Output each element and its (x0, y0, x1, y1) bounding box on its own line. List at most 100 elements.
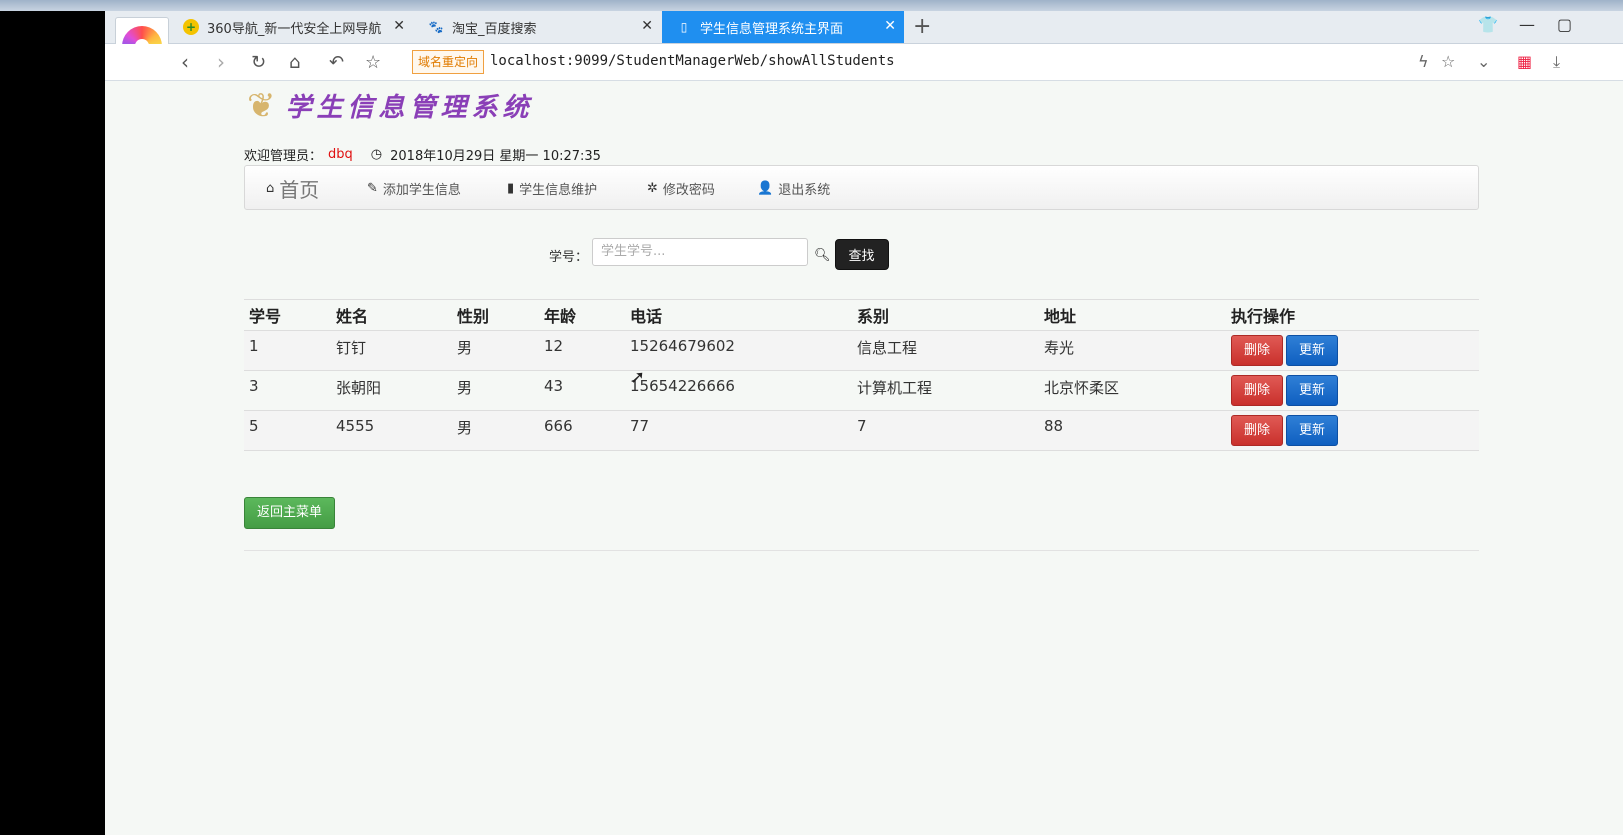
cell-department: 信息工程 (852, 330, 1039, 371)
book-icon: ▮ (507, 181, 515, 196)
col-header: 地址 (1039, 299, 1226, 331)
site-title: 学生信息管理系统 (285, 93, 534, 123)
cell-address: 北京怀柔区 (1039, 370, 1226, 411)
page-icon: ▯ (680, 20, 688, 34)
window-title-strip (0, 0, 1623, 11)
redirect-badge[interactable]: 域名重定向 (412, 50, 485, 74)
cell-address: 88 (1039, 410, 1226, 451)
page-content: ❦ 学生信息管理系统 欢迎管理员： dbq ◷ 2018年10月29日 星期一 … (105, 81, 1623, 835)
table-header-row: 学号 姓名 性别 年龄 电话 系别 地址 执行操作 (244, 299, 1479, 331)
nav-add-student[interactable]: ✎ 添加学生信息 (367, 166, 461, 211)
tab-label: 学生信息管理系统主界面 (700, 21, 844, 37)
search-form: 学号： 🔍︎ 查找 (549, 233, 889, 270)
col-header: 执行操作 (1226, 299, 1479, 331)
forward-icon[interactable]: › (217, 50, 225, 74)
col-header: 性别 (452, 299, 539, 331)
nav-logout[interactable]: 👤 退出系统 (757, 166, 830, 211)
lightning-icon[interactable]: ϟ (1418, 52, 1429, 71)
tab-label: 360导航_新一代安全上网导航 (207, 21, 382, 37)
cell-id: 3 (244, 370, 331, 411)
new-tab-button[interactable]: + (913, 14, 931, 39)
wings-logo-icon: ❦ (247, 85, 276, 126)
cell-gender: 男 (452, 330, 539, 371)
delete-button[interactable]: 删除 (1231, 375, 1284, 406)
nav-maintain-label: 学生信息维护 (519, 183, 598, 198)
update-button[interactable]: 更新 (1286, 335, 1339, 366)
search-button[interactable]: 查找 (834, 239, 889, 270)
delete-button[interactable]: 删除 (1231, 415, 1284, 446)
browser-window: + 360导航_新一代安全上网导航 ✕ 🐾 淘宝_百度搜索 ✕ ▯ 学生信息管理… (105, 11, 1623, 835)
cell-actions: 删除 更新 (1226, 330, 1479, 371)
nav-home-label: 首页 (279, 178, 320, 202)
tab-360-nav[interactable]: + 360导航_新一代安全上网导航 ✕ (169, 11, 413, 43)
nav-password-label: 修改密码 (662, 183, 715, 198)
cell-age: 12 (539, 330, 625, 371)
reload-icon[interactable]: ↻ (251, 52, 266, 73)
back-to-menu-button[interactable]: 返回主菜单 (244, 497, 336, 529)
update-button[interactable]: 更新 (1286, 415, 1339, 446)
close-icon[interactable]: ✕ (884, 18, 896, 34)
url-field[interactable]: localhost:9099/StudentManagerWeb/showAll… (490, 53, 895, 69)
cell-id: 5 (244, 410, 331, 451)
search-label: 学号： (549, 250, 589, 265)
cell-address: 寿光 (1039, 330, 1226, 371)
cell-age: 43 (539, 370, 625, 411)
star-icon[interactable]: ☆ (365, 52, 381, 73)
shirt-icon[interactable]: 👕 (1478, 15, 1498, 34)
close-icon[interactable]: ✕ (641, 18, 653, 34)
student-id-input[interactable] (592, 237, 809, 266)
cell-name: 4555 (331, 410, 452, 451)
cell-id: 1 (244, 330, 331, 371)
table-row: 3 张朝阳 男 43 15654226666 计算机工程 北京怀柔区 删除 更新 (244, 370, 1479, 411)
tab-taobao-search[interactable]: 🐾 淘宝_百度搜索 ✕ (414, 11, 661, 43)
cell-name: 张朝阳 (331, 370, 452, 411)
chevron-down-icon[interactable]: ⌄ (1477, 52, 1490, 71)
home-icon: ⌂ (266, 181, 275, 196)
col-header: 系别 (852, 299, 1039, 331)
desktop-background (0, 11, 105, 835)
table-row: 1 钉钉 男 12 15264679602 信息工程 寿光 删除 更新 (244, 330, 1479, 371)
mouse-cursor-icon: ➚ (630, 367, 646, 388)
col-header: 电话 (625, 299, 852, 331)
delete-button[interactable]: 删除 (1231, 335, 1284, 366)
cell-department: 7 (852, 410, 1039, 451)
datetime: 2018年10月29日 星期一 10:27:35 (390, 149, 601, 164)
bookmark-star-icon[interactable]: ☆ (1441, 52, 1455, 71)
gear-icon: ✲ (647, 181, 658, 196)
nav-logout-label: 退出系统 (778, 183, 831, 198)
back-icon[interactable]: ‹ (181, 50, 189, 74)
main-navbar: ⌂ 首页 ✎ 添加学生信息 ▮ 学生信息维护 ✲ 修改密码 👤 退出系统 (244, 165, 1479, 210)
site-logo: ❦ 学生信息管理系统 (247, 87, 534, 124)
nav-home[interactable]: ⌂ 首页 (266, 166, 319, 211)
cell-phone: 15654226666 (625, 370, 852, 411)
nav-change-password[interactable]: ✲ 修改密码 (647, 166, 715, 211)
cell-phone: 15264679602 (625, 330, 852, 371)
admin-name: dbq (328, 147, 353, 162)
apps-grid-icon[interactable]: ▦ (1517, 52, 1532, 71)
tab-label: 淘宝_百度搜索 (452, 21, 537, 37)
search-icon: 🔍︎ (814, 248, 831, 263)
cell-name: 钉钉 (331, 330, 452, 371)
welcome-bar: 欢迎管理员： dbq ◷ 2018年10月29日 星期一 10:27:35 (244, 145, 601, 164)
home-icon[interactable]: ⌂ (289, 52, 300, 73)
table-row: 5 4555 男 666 77 7 88 删除 更新 (244, 410, 1479, 451)
minimize-button[interactable]: — (1519, 15, 1535, 34)
close-icon[interactable]: ✕ (393, 18, 405, 34)
cell-age: 666 (539, 410, 625, 451)
undo-icon[interactable]: ↶ (329, 52, 344, 73)
divider (244, 550, 1479, 551)
update-button[interactable]: 更新 (1286, 375, 1339, 406)
download-icon[interactable]: ⤓ (1553, 52, 1560, 72)
maximize-button[interactable]: ▢ (1557, 15, 1572, 34)
pencil-icon: ✎ (367, 181, 378, 196)
cell-gender: 男 (452, 410, 539, 451)
360-icon: + (183, 19, 199, 35)
nav-maintain-student[interactable]: ▮ 学生信息维护 (507, 166, 597, 211)
student-table: 学号 姓名 性别 年龄 电话 系别 地址 执行操作 1 钉钉 男 12 1526… (244, 299, 1479, 451)
cell-actions: 删除 更新 (1226, 370, 1479, 411)
nav-add-label: 添加学生信息 (382, 183, 461, 198)
baidu-paw-icon: 🐾 (428, 20, 444, 34)
user-icon: 👤 (757, 181, 774, 196)
tab-student-system[interactable]: ▯ 学生信息管理系统主界面 ✕ (662, 11, 904, 43)
welcome-label: 欢迎管理员： (244, 149, 323, 164)
